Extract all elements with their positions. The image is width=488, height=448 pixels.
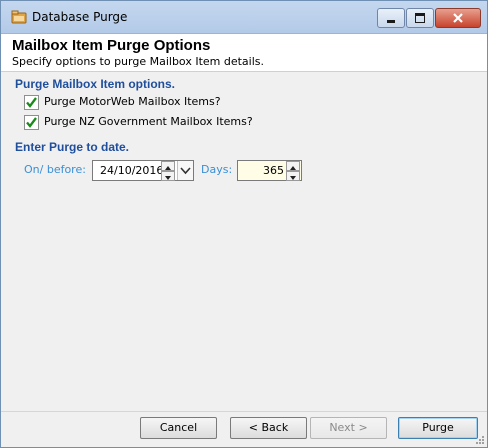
close-button[interactable] (435, 8, 481, 28)
purge-options-section-title: Purge Mailbox Item options. (15, 77, 176, 91)
nz-government-checkbox[interactable] (24, 115, 39, 130)
purge-date-picker[interactable]: 24/10/2016 (92, 160, 194, 181)
purge-button[interactable]: Purge (398, 417, 478, 439)
maximize-icon (415, 13, 425, 23)
days-spin-up-button[interactable] (286, 161, 300, 171)
date-spin-down-button[interactable] (161, 171, 175, 181)
check-mark-icon (26, 97, 37, 108)
back-button[interactable]: < Back (230, 417, 307, 439)
close-icon (453, 13, 463, 23)
spin-down-icon (290, 176, 296, 180)
page-subtitle: Specify options to purge Mailbox Item de… (12, 55, 265, 68)
days-input[interactable]: 365 (237, 160, 302, 181)
cancel-button[interactable]: Cancel (140, 417, 217, 439)
page-title: Mailbox Item Purge Options (12, 37, 211, 54)
on-before-label: On/ before: (24, 163, 86, 176)
days-spinner[interactable] (286, 161, 300, 181)
date-spinner[interactable] (161, 161, 175, 181)
minimize-button[interactable] (377, 8, 405, 28)
days-label: Days: (201, 163, 233, 176)
purge-date-section-title: Enter Purge to date. (15, 140, 130, 154)
maximize-button[interactable] (406, 8, 434, 28)
purge-date-value: 24/10/2016 (100, 164, 164, 177)
days-value: 365 (263, 164, 284, 177)
database-purge-window: Database Purge Mailbox Item Purge Option… (0, 0, 488, 448)
title-bar[interactable]: Database Purge (1, 1, 487, 34)
date-spin-up-button[interactable] (161, 161, 175, 171)
nz-government-checkbox-label: Purge NZ Government Mailbox Items? (44, 115, 253, 128)
check-mark-icon (26, 117, 37, 128)
date-dropdown-button[interactable] (177, 161, 193, 180)
motorweb-checkbox[interactable] (24, 95, 39, 110)
footer-separator (1, 411, 487, 412)
next-button: Next > (310, 417, 387, 439)
resize-grip-icon[interactable] (475, 435, 485, 445)
motorweb-checkbox-label: Purge MotorWeb Mailbox Items? (44, 95, 221, 108)
wizard-header: Mailbox Item Purge Options Specify optio… (1, 34, 487, 72)
database-app-icon (11, 10, 27, 24)
days-spin-down-button[interactable] (286, 171, 300, 181)
window-title: Database Purge (32, 10, 128, 24)
chevron-down-icon (180, 167, 191, 175)
minimize-icon (387, 20, 395, 23)
spin-down-icon (165, 176, 171, 180)
